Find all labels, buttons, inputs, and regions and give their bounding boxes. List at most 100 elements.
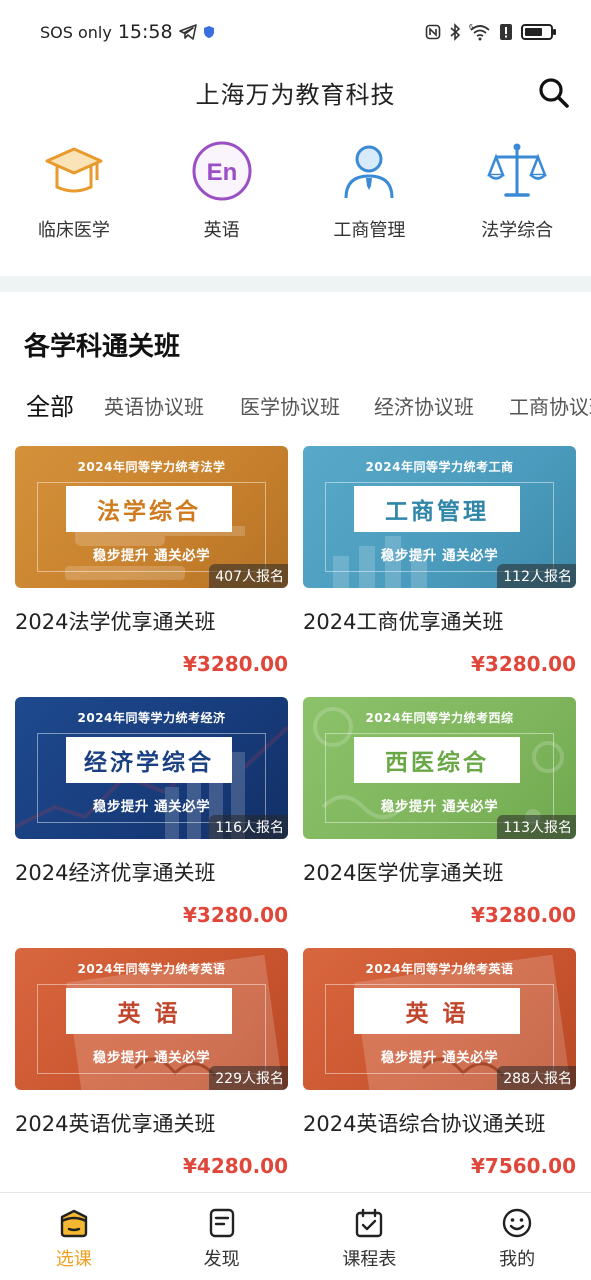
banner-slogan: 稳步提升 通关必学 <box>380 1050 499 1066</box>
banner-subject: 英 语 <box>354 988 520 1034</box>
banner-heading: 2024年同等学力统考经济 <box>77 711 226 725</box>
wifi-icon: 6 <box>469 24 490 41</box>
nav-label: 发现 <box>203 1249 240 1270</box>
nav-item-discover[interactable]: 发现 <box>148 1193 296 1280</box>
category-label: 英语 <box>203 220 240 241</box>
enrollment-count: 229人报名 <box>209 1066 288 1090</box>
course-price: ¥7560.00 <box>470 1154 576 1178</box>
nav-item-profile[interactable]: 我的 <box>443 1193 591 1280</box>
course-card[interactable]: 2024年同等学力统考经济 经济学综合 稳步提升 通关必学 116人报名 202… <box>15 697 288 927</box>
clock-time: 15:58 <box>117 21 173 43</box>
nav-label: 选课 <box>55 1249 92 1270</box>
search-icon[interactable] <box>537 76 571 110</box>
status-left: SOS only 15:58 <box>40 21 215 43</box>
course-title: 2024英语综合协议通关班 <box>303 1112 546 1136</box>
banner-heading: 2024年同等学力统考西综 <box>365 711 514 725</box>
course-title: 2024医学优享通关班 <box>303 861 504 885</box>
course-title: 2024法学优享通关班 <box>15 610 216 634</box>
discover-icon <box>209 1208 234 1238</box>
nav-item-schedule[interactable]: 课程表 <box>296 1193 444 1280</box>
course-card[interactable]: 2024年同等学力统考英语 英 语 稳步提升 通关必学 288人报名 2024英… <box>303 948 576 1178</box>
category-clinical-medicine[interactable]: 临床医学 <box>0 138 148 253</box>
enrollment-count: 116人报名 <box>209 815 288 839</box>
calendar-icon <box>356 1208 383 1238</box>
course-card[interactable]: 2024年同等学力统考工商 工商管理 稳步提升 通关必学 112人报名 2024… <box>303 446 576 676</box>
course-title: 2024经济优享通关班 <box>15 861 216 885</box>
tab-label: 医学协议班 <box>240 395 340 419</box>
nav-item-select-course[interactable]: 选课 <box>0 1193 148 1280</box>
course-banner: 2024年同等学力统考工商 工商管理 稳步提升 通关必学 112人报名 <box>303 446 576 588</box>
banner-subject: 经济学综合 <box>66 737 232 783</box>
banner-heading: 2024年同等学力统考法学 <box>77 460 226 474</box>
course-select-icon <box>60 1209 88 1238</box>
svg-text:En: En <box>206 159 237 186</box>
banner-subject: 英 语 <box>66 988 232 1034</box>
enrollment-count: 407人报名 <box>209 564 288 588</box>
course-price: ¥4280.00 <box>182 1154 288 1178</box>
banner-slogan: 稳步提升 通关必学 <box>92 1050 211 1066</box>
course-banner: 2024年同等学力统考英语 英 语 稳步提升 通关必学 229人报名 <box>15 948 288 1090</box>
nav-label: 课程表 <box>342 1249 397 1270</box>
category-label: 工商管理 <box>333 220 406 241</box>
bluetooth-icon <box>450 23 461 41</box>
graduation-cap-icon <box>41 138 107 204</box>
category-label: 法学综合 <box>481 220 554 241</box>
status-bar: SOS only 15:58 6 <box>0 0 591 64</box>
course-card[interactable]: 2024年同等学力统考英语 英 语 稳步提升 通关必学 229人报名 2024英… <box>15 948 288 1178</box>
scales-icon <box>484 138 550 204</box>
banner-slogan: 稳步提升 通关必学 <box>380 548 499 564</box>
section-divider <box>0 276 591 292</box>
course-price: ¥3280.00 <box>182 903 288 927</box>
course-title: 2024工商优享通关班 <box>303 610 504 634</box>
banner-slogan: 稳步提升 通关必学 <box>92 548 211 564</box>
battery-icon <box>521 24 556 40</box>
nav-label: 我的 <box>499 1249 536 1270</box>
shield-icon <box>203 26 214 38</box>
course-price: ¥3280.00 <box>470 903 576 927</box>
en-badge-icon: En <box>189 138 255 204</box>
course-price: ¥3280.00 <box>470 652 576 676</box>
course-card[interactable]: 2024年同等学力统考西综 西医综合 稳步提升 通关必学 113人报名 2024… <box>303 697 576 927</box>
banner-slogan: 稳步提升 通关必学 <box>380 799 499 815</box>
course-banner: 2024年同等学力统考西综 西医综合 稳步提升 通关必学 113人报名 <box>303 697 576 839</box>
category-label: 临床医学 <box>37 220 110 241</box>
enrollment-count: 288人报名 <box>497 1066 576 1090</box>
banner-subject: 西医综合 <box>354 737 520 783</box>
banner-subject: 法学综合 <box>66 486 232 532</box>
course-title: 2024英语优享通关班 <box>15 1112 216 1136</box>
telegram-icon <box>178 24 197 40</box>
bottom-nav: 选课 发现 课程表 我的 <box>0 1192 591 1280</box>
svg-text:6: 6 <box>469 24 473 31</box>
banner-slogan: 稳步提升 通关必学 <box>92 799 211 815</box>
app-header: 上海万为教育科技 <box>0 64 591 120</box>
course-card[interactable]: 2024年同等学力统考法学 法学综合 稳步提升 通关必学 407人报名 2024… <box>15 446 288 676</box>
course-banner: 2024年同等学力统考经济 经济学综合 稳步提升 通关必学 116人报名 <box>15 697 288 839</box>
tab-english-agreement[interactable]: 英语协议班 <box>104 388 204 428</box>
tab-label: 英语协议班 <box>104 395 204 419</box>
tab-medical-agreement[interactable]: 医学协议班 <box>240 388 340 428</box>
subject-tabs: 全部 英语协议班 医学协议班 经济协议班 工商协议班 <box>0 388 591 432</box>
category-business-admin[interactable]: 工商管理 <box>296 138 444 253</box>
tab-label: 经济协议班 <box>374 395 474 419</box>
tab-economics-agreement[interactable]: 经济协议班 <box>374 388 474 428</box>
category-law[interactable]: 法学综合 <box>443 138 591 253</box>
tab-all[interactable]: 全部 <box>26 388 78 428</box>
tab-business-agreement[interactable]: 工商协议班 <box>509 388 591 428</box>
enrollment-count: 112人报名 <box>497 564 576 588</box>
category-row: 临床医学 En 英语 工商管理 法学综合 <box>0 138 591 253</box>
banner-heading: 2024年同等学力统考英语 <box>77 962 226 976</box>
status-right: 6 <box>425 23 556 41</box>
enrollment-count: 113人报名 <box>497 815 576 839</box>
banner-heading: 2024年同等学力统考英语 <box>365 962 514 976</box>
course-price: ¥3280.00 <box>182 652 288 676</box>
course-banner: 2024年同等学力统考英语 英 语 稳步提升 通关必学 288人报名 <box>303 948 576 1090</box>
nfc-icon <box>425 24 441 40</box>
section-title: 各学科通关班 <box>24 332 181 362</box>
category-english[interactable]: En 英语 <box>148 138 296 253</box>
banner-heading: 2024年同等学力统考工商 <box>365 460 514 474</box>
tab-label: 工商协议班 <box>509 395 591 419</box>
tab-label: 全部 <box>26 393 74 421</box>
page-title: 上海万为教育科技 <box>195 80 396 109</box>
alert-icon <box>500 24 512 40</box>
person-tie-icon <box>336 138 402 204</box>
